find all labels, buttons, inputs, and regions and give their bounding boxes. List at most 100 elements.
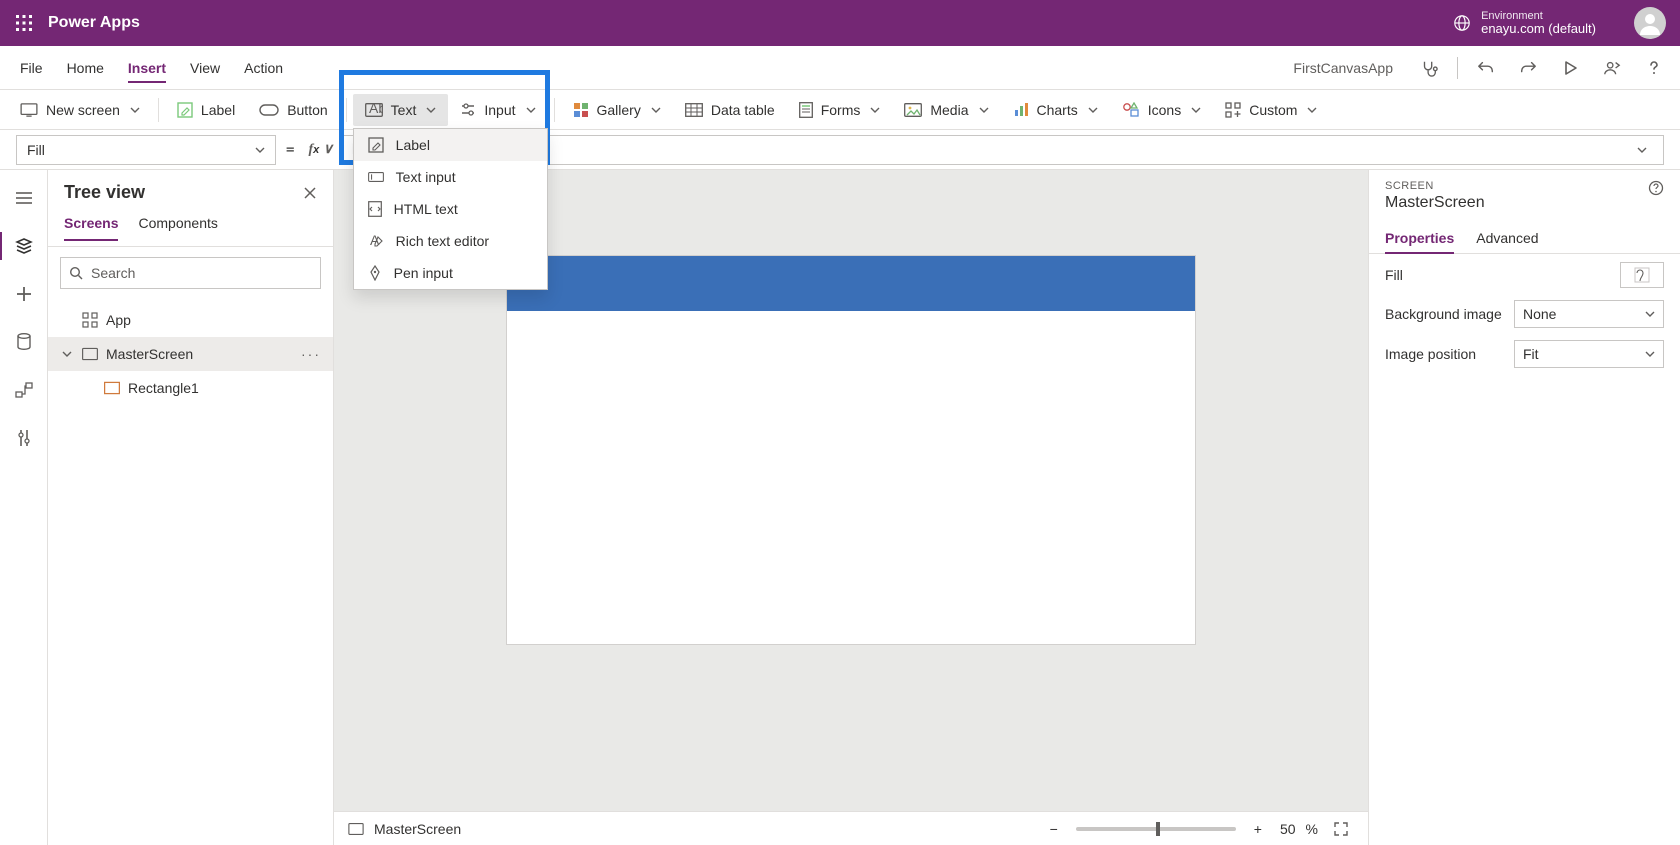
rail-hamburger[interactable] [4, 178, 44, 218]
redo-button[interactable] [1510, 50, 1546, 86]
help-button[interactable] [1636, 50, 1672, 86]
insert-media-dropdown[interactable]: Media [892, 94, 1000, 126]
share-button[interactable] [1594, 50, 1630, 86]
fit-to-window-button[interactable] [1328, 818, 1354, 840]
insert-input-dropdown[interactable]: Input [448, 94, 547, 126]
insert-gallery-dropdown[interactable]: Gallery [561, 94, 673, 126]
menu-insert[interactable]: Insert [116, 46, 178, 89]
plus-icon [16, 286, 32, 302]
shapes-icon [1122, 102, 1140, 118]
insert-forms-dropdown[interactable]: Forms [787, 94, 893, 126]
environment-picker[interactable]: Environment enayu.com (default) [1453, 10, 1612, 36]
screen-icon [20, 103, 38, 117]
menu-tab-row: File Home Insert View Action FirstCanvas… [0, 46, 1680, 90]
dropdown-item-text-input[interactable]: Text input [354, 161, 547, 193]
zoom-unit: % [1306, 821, 1318, 837]
zoom-in-button[interactable]: + [1246, 817, 1270, 841]
chevron-down-icon [651, 105, 661, 115]
svg-text:Abc: Abc [369, 103, 383, 116]
tree-item-masterscreen[interactable]: MasterScreen ··· [48, 337, 333, 371]
insert-media-label: Media [930, 102, 968, 118]
close-icon [303, 186, 317, 200]
pane-help-button[interactable] [1648, 180, 1664, 196]
menu-view[interactable]: View [178, 46, 232, 89]
properties-pane: SCREEN MasterScreen Properties Advanced … [1368, 170, 1680, 845]
insert-charts-dropdown[interactable]: Charts [1001, 94, 1110, 126]
insert-gallery-label: Gallery [597, 102, 641, 118]
label-edit-icon [368, 137, 384, 153]
bar-chart-icon [1013, 102, 1029, 118]
image-icon [904, 103, 922, 117]
insert-button-text: Button [287, 102, 327, 118]
sliders-icon [460, 102, 476, 118]
stethoscope-icon [1420, 59, 1438, 77]
search-icon [69, 266, 83, 280]
dropdown-item-html-text[interactable]: HTML text [354, 193, 547, 225]
tree-tab-components[interactable]: Components [138, 207, 217, 240]
insert-datatable-label: Data table [711, 102, 775, 118]
database-icon [16, 333, 32, 351]
app-name[interactable]: FirstCanvasApp [1281, 60, 1405, 76]
undo-button[interactable] [1468, 50, 1504, 86]
prop-imgpos-select[interactable]: Fit [1514, 340, 1664, 368]
grid-plus-icon [1225, 102, 1241, 118]
insert-label-button[interactable]: Label [165, 94, 247, 126]
dropdown-item-label[interactable]: Label [354, 129, 547, 161]
hamburger-icon [15, 191, 33, 205]
rail-tree-view[interactable] [4, 226, 44, 266]
zoom-out-button[interactable]: − [1042, 817, 1066, 841]
screen-icon [82, 347, 98, 361]
property-selector[interactable]: Fill [16, 135, 276, 165]
rail-data[interactable] [4, 322, 44, 362]
text-input-icon [368, 170, 384, 184]
insert-icons-label: Icons [1148, 102, 1181, 118]
menu-file[interactable]: File [8, 46, 55, 89]
canvas-rectangle1[interactable] [507, 256, 1195, 311]
tree-view-close[interactable] [303, 186, 317, 200]
tree-search-input[interactable]: Search [60, 257, 321, 289]
app-launcher-button[interactable] [0, 0, 48, 46]
table-icon [685, 103, 703, 117]
tree-item-rectangle1[interactable]: Rectangle1 [48, 371, 333, 405]
menu-action[interactable]: Action [232, 46, 295, 89]
rail-media[interactable] [4, 370, 44, 410]
app-icon [82, 312, 98, 328]
prop-fill-color-picker[interactable] [1620, 262, 1664, 288]
dropdown-item-rich-text[interactable]: A Rich text editor [354, 225, 547, 257]
prop-tab-advanced[interactable]: Advanced [1476, 224, 1538, 253]
tools-icon [17, 429, 31, 447]
tree-tab-screens[interactable]: Screens [64, 207, 118, 241]
insert-datatable-button[interactable]: Data table [673, 94, 787, 126]
formula-expand[interactable] [1631, 145, 1653, 155]
chevron-down-icon [1088, 105, 1098, 115]
rail-advanced-tools[interactable] [4, 418, 44, 458]
new-screen-button[interactable]: New screen [8, 94, 152, 126]
rail-insert[interactable] [4, 274, 44, 314]
app-checker-button[interactable] [1411, 50, 1447, 86]
prop-tab-properties[interactable]: Properties [1385, 224, 1454, 254]
zoom-slider[interactable] [1076, 827, 1236, 831]
insert-custom-dropdown[interactable]: Custom [1213, 94, 1329, 126]
insert-text-dropdown[interactable]: Abc Text [353, 94, 449, 126]
prop-bgimage-select[interactable]: None [1514, 300, 1664, 328]
chevron-down-icon [1191, 105, 1201, 115]
status-bar: MasterScreen − + 50 % [334, 811, 1368, 845]
user-avatar[interactable] [1634, 7, 1666, 39]
preview-button[interactable] [1552, 50, 1588, 86]
button-icon [259, 103, 279, 117]
insert-icons-dropdown[interactable]: Icons [1110, 94, 1213, 126]
tree-item-app[interactable]: App [48, 303, 333, 337]
dropdown-item-pen-input[interactable]: Pen input [354, 257, 547, 289]
product-brand: Power Apps [48, 14, 140, 32]
insert-forms-label: Forms [821, 102, 861, 118]
form-icon [799, 102, 813, 118]
pen-icon [368, 265, 382, 281]
selection-type-label: SCREEN [1385, 180, 1485, 192]
tree-item-more[interactable]: ··· [301, 346, 321, 362]
prop-imgpos-label: Image position [1385, 346, 1476, 362]
insert-button-button[interactable]: Button [247, 94, 339, 126]
screen-icon [348, 823, 364, 835]
insert-input-label: Input [484, 102, 515, 118]
menu-home[interactable]: Home [55, 46, 116, 89]
design-canvas[interactable] [506, 255, 1196, 645]
